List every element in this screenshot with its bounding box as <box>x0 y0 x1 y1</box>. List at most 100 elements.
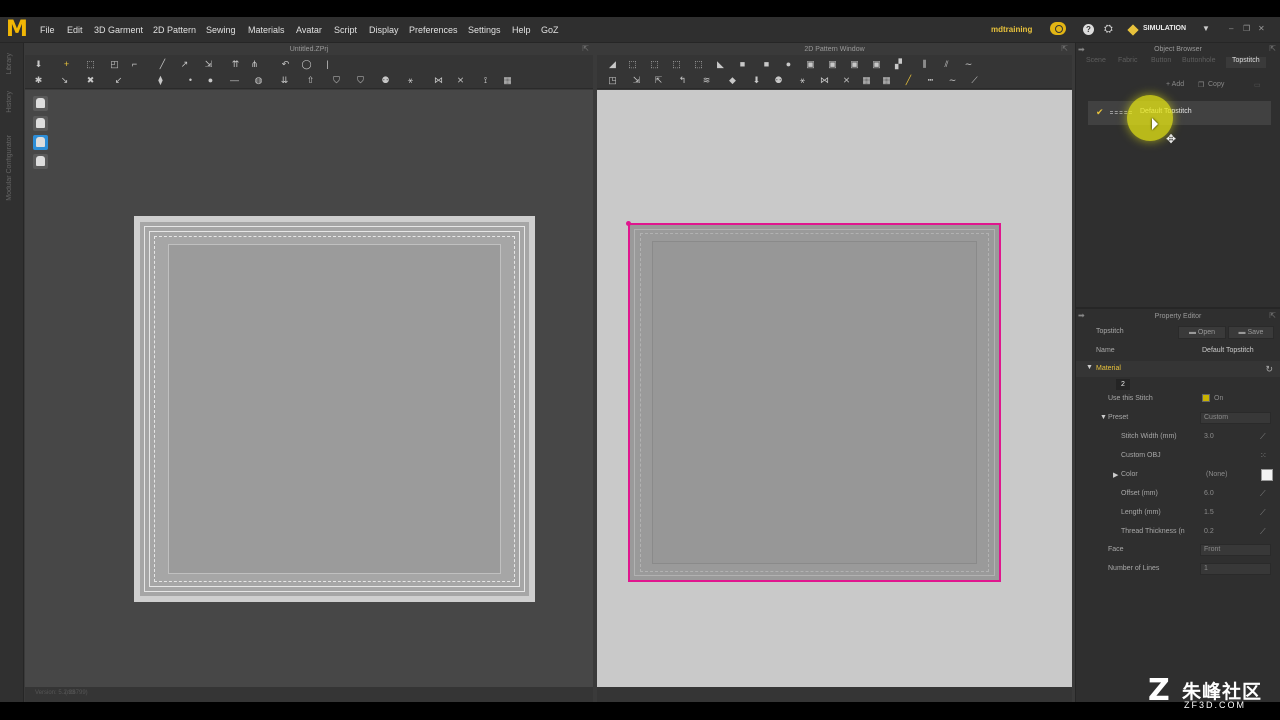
expand-icon[interactable]: ⇱ <box>1269 311 1276 320</box>
menu-display[interactable]: Display <box>369 25 399 35</box>
tab-scene[interactable]: Scene <box>1086 57 1106 68</box>
topstitch-tool-icon[interactable]: ╱ <box>903 75 914 85</box>
help-icon[interactable]: ? <box>1083 24 1094 35</box>
length-field[interactable]: 1.5 <box>1204 509 1214 516</box>
pattern-tool-g-icon[interactable]: ⬇ <box>751 75 762 85</box>
eyedropper-icon[interactable]: ⟋ <box>1260 432 1266 442</box>
tab-fabric[interactable]: Fabric <box>1118 57 1137 68</box>
eyedropper-icon[interactable]: ⟋ <box>1260 489 1266 499</box>
line-icon[interactable]: — <box>229 75 240 85</box>
collapse-triangle-icon[interactable]: ▼ <box>1086 364 1093 371</box>
stitch-line-icon[interactable]: ┅ <box>925 75 936 85</box>
pattern-tool-b-icon[interactable]: ⇲ <box>631 75 642 85</box>
expand-icon[interactable]: ⇱ <box>1269 44 1276 53</box>
collapse-triangle-icon[interactable]: ▼ <box>1100 414 1107 421</box>
modular-configurator-tab[interactable]: Modular Configurator <box>6 135 13 201</box>
node-icon[interactable]: ◍ <box>253 75 264 85</box>
library-tab[interactable]: Library <box>6 53 13 74</box>
edit-pattern-icon[interactable]: ⬚ <box>627 59 638 69</box>
add-button[interactable]: + Add <box>1166 81 1184 88</box>
topstitch-edit-icon[interactable]: ∼ <box>963 59 974 69</box>
menu-sewing[interactable]: Sewing <box>206 25 236 35</box>
circle-icon[interactable]: ● <box>205 75 216 85</box>
menu-file[interactable]: File <box>40 25 55 35</box>
add-point-tool-icon[interactable]: + <box>61 59 72 69</box>
avatar-view-icon[interactable] <box>33 96 48 111</box>
eyedropper-icon[interactable]: ⟋ <box>1260 508 1266 518</box>
3d-garment[interactable] <box>134 216 535 602</box>
transform-pattern-icon[interactable]: ◢ <box>607 59 618 69</box>
trim-icon[interactable]: ⚉ <box>380 75 391 85</box>
fold-tool-icon[interactable]: ⌐ <box>129 59 140 69</box>
pattern-tool-a-icon[interactable]: ◳ <box>607 75 618 85</box>
color-swatch[interactable] <box>1261 469 1273 481</box>
hanger-icon[interactable]: ⟟ <box>480 75 491 85</box>
avatar-display-icon[interactable] <box>33 154 48 169</box>
piping-icon[interactable]: ⇧ <box>305 75 316 85</box>
menu-edit[interactable]: Edit <box>67 25 83 35</box>
delete-button[interactable]: ▭ <box>1254 81 1261 89</box>
pin-icon[interactable]: ⨯ <box>455 75 466 85</box>
garment-icon[interactable]: ⛉ <box>355 75 366 85</box>
tape-icon[interactable]: ⋈ <box>433 75 444 85</box>
2d-pattern-piece[interactable] <box>626 221 1001 582</box>
mode-selector[interactable]: SIMULATION <box>1143 25 1186 32</box>
pattern-tool-c-icon[interactable]: ⇱ <box>653 75 664 85</box>
stitch-free-icon[interactable]: ⟋ <box>969 75 980 85</box>
ellipse-icon[interactable]: ● <box>783 59 794 69</box>
expand-triangle-icon[interactable]: ▶ <box>1113 471 1118 479</box>
free-sewing-icon[interactable]: ⫽ <box>941 59 952 69</box>
sewing-tool-icon[interactable]: ↶ <box>280 59 291 69</box>
pattern-point[interactable] <box>626 221 631 226</box>
3d-viewport[interactable] <box>25 90 593 687</box>
measure-tool-icon[interactable]: ↗ <box>179 59 190 69</box>
internal-circle-icon[interactable]: ▣ <box>849 59 860 69</box>
shirt-icon[interactable]: ⛉ <box>331 75 342 85</box>
copy-button[interactable]: Copy <box>1208 81 1224 88</box>
menu-materials[interactable]: Materials <box>248 25 285 35</box>
dart-icon[interactable]: ▣ <box>871 59 882 69</box>
restore-icon[interactable]: ❐ <box>1243 24 1250 33</box>
zipper-icon[interactable]: ⇊ <box>279 75 290 85</box>
select-mesh-tool-icon[interactable]: ⬚ <box>85 59 96 69</box>
menu-avatar[interactable]: Avatar <box>296 25 322 35</box>
open-button[interactable]: ▬ Open <box>1178 326 1226 339</box>
pattern-tool-d-icon[interactable]: ↰ <box>677 75 688 85</box>
stitch-width-field[interactable]: 3.0 <box>1204 433 1214 440</box>
pressure-icon[interactable]: ↙ <box>113 75 124 85</box>
square-icon[interactable]: ■ <box>761 59 772 69</box>
history-tab[interactable]: History <box>6 91 13 113</box>
save-button[interactable]: ▬ Save <box>1228 326 1274 339</box>
2d-viewport[interactable] <box>597 90 1072 687</box>
edit-curvature-icon[interactable]: ⬚ <box>649 59 660 69</box>
menu-help[interactable]: Help <box>512 25 531 35</box>
button-tool-icon[interactable]: ⧫ <box>155 75 166 85</box>
menu-goz[interactable]: GoZ <box>541 25 559 35</box>
avatar-measure-icon[interactable]: ↘ <box>59 75 70 85</box>
list-item[interactable]: ✔ Default Topstitch <box>1088 101 1271 125</box>
material-section-header[interactable]: ▼ Material ↻ <box>1076 361 1280 377</box>
menu-preferences[interactable]: Preferences <box>409 25 458 35</box>
panel-divider[interactable] <box>1076 307 1280 309</box>
pattern-tool-l-icon[interactable]: ▦ <box>861 75 872 85</box>
transform-tool-icon[interactable]: ◰ <box>109 59 120 69</box>
material-tab-2[interactable]: 2 <box>1116 379 1130 390</box>
avatar-pose-icon[interactable]: ✱ <box>33 75 44 85</box>
tab-button[interactable]: Button <box>1151 57 1171 68</box>
arrangement-icon[interactable]: ✖ <box>85 75 96 85</box>
stitch-curve-icon[interactable]: ∼ <box>947 75 958 85</box>
chevron-down-icon[interactable]: ▼ <box>1202 24 1210 33</box>
pattern-tool-e-icon[interactable]: ≋ <box>701 75 712 85</box>
segment-sewing-icon[interactable]: ⫼ <box>919 59 930 69</box>
pattern-tool-m-icon[interactable]: ▦ <box>881 75 892 85</box>
user-name[interactable]: mdtraining <box>991 25 1032 34</box>
select-move-tool-icon[interactable]: ⬇ <box>33 59 44 69</box>
tab-topstitch[interactable]: Topstitch <box>1226 57 1266 68</box>
thread-thickness-field[interactable]: 0.2 <box>1204 528 1214 535</box>
fold-arrange-icon[interactable]: ⇈ <box>230 59 241 69</box>
minimize-icon[interactable]: – <box>1229 24 1233 33</box>
menu-3d-garment[interactable]: 3D Garment <box>94 25 143 35</box>
copy-icon[interactable]: ❐ <box>1198 81 1204 89</box>
trace-icon[interactable]: ▞ <box>893 59 904 69</box>
pattern-tool-i-icon[interactable]: ⚹ <box>797 75 808 85</box>
